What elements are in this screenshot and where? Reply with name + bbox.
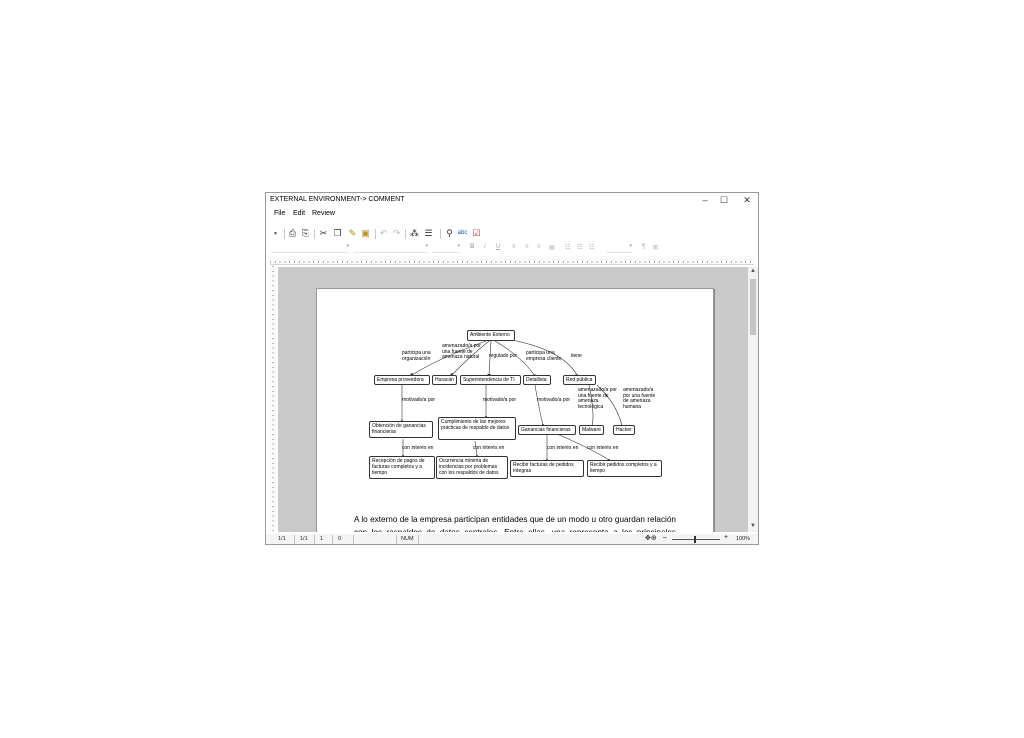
zoom-in-icon[interactable]: +: [724, 534, 728, 541]
outline-icon[interactable]: ☷: [589, 244, 594, 251]
status-section: 1/1: [300, 536, 308, 542]
node-recibir-pedidos[interactable]: Recibir pedidos completos y a tiempo: [587, 460, 662, 477]
menu-bar: File Edit Review: [266, 208, 758, 220]
vertical-ruler: [270, 266, 276, 531]
link-participa-cliente: participa una empresa cliente: [526, 350, 562, 362]
underline-icon[interactable]: U: [496, 244, 500, 250]
paste-icon[interactable]: ▣: [360, 228, 371, 239]
close-icon[interactable]: ✕: [736, 193, 758, 208]
paragraph-mark-icon[interactable]: ¶: [642, 244, 645, 250]
zoom-slider[interactable]: [672, 539, 720, 540]
node-ambiente-externo[interactable]: Ambiente Externo: [467, 330, 515, 341]
spellcheck-icon[interactable]: abc: [457, 228, 468, 239]
node-empresa-proveedora[interactable]: Empresa proveedora: [374, 375, 430, 385]
document-area: Ambiente Externo participa una organizac…: [278, 267, 748, 532]
concept-map-connectors: [401, 338, 623, 461]
concept-map-icon[interactable]: ⁂: [409, 228, 420, 239]
node-recepcion-pagos[interactable]: Recepción de pagos de facturas completos…: [369, 456, 435, 479]
zoom-slider-handle[interactable]: [694, 536, 696, 543]
link-interes-3: con interés en: [547, 445, 579, 451]
link-interes-1: con interés en: [402, 445, 434, 451]
zoom-level: 100%: [736, 536, 751, 542]
status-num: NUM: [401, 536, 414, 542]
list-style-icon[interactable]: ☰: [423, 228, 434, 239]
review-icon[interactable]: ☑: [471, 228, 482, 239]
print-preview-icon[interactable]: ⎘: [300, 228, 311, 239]
status-line: 1: [320, 536, 324, 542]
link-amenazado-humana: amenazado/a por una fuente de amenaza hu…: [623, 387, 656, 410]
window-title: EXTERNAL ENVIRONMENT-> COMMENT: [270, 196, 405, 203]
scrollbar-thumb[interactable]: [750, 279, 756, 335]
save-icon[interactable]: ▪: [270, 228, 281, 239]
align-right-icon[interactable]: ≡: [537, 244, 541, 250]
size-select[interactable]: ▾: [432, 243, 460, 253]
title-bar: EXTERNAL ENVIRONMENT-> COMMENT – ☐ ✕: [266, 193, 758, 208]
horizontal-ruler: [270, 256, 754, 265]
vertical-scrollbar[interactable]: ▲ ▼: [748, 267, 758, 532]
scroll-up-icon[interactable]: ▲: [749, 268, 757, 274]
node-ganancias-financieras[interactable]: Ganancias financieras: [518, 425, 576, 435]
link-amenazado-tecnologica: amenazado/a por una fuente de amenaza te…: [578, 387, 617, 410]
find-icon[interactable]: ⚲: [444, 228, 455, 239]
menu-edit[interactable]: Edit: [293, 210, 305, 217]
table-icon[interactable]: ⊞: [653, 244, 658, 251]
node-detallista[interactable]: Detallista: [523, 375, 551, 385]
zoom-out-icon[interactable]: –: [663, 534, 667, 541]
menu-review[interactable]: Review: [312, 210, 335, 217]
color-select[interactable]: ▾: [606, 243, 632, 253]
view-layout-icon[interactable]: ✥⊕: [645, 534, 657, 542]
status-page: 1/1: [278, 536, 286, 542]
node-recibir-facturas[interactable]: Recibir facturas de pedidos íntegras: [510, 460, 584, 477]
font-select[interactable]: ▾: [354, 243, 428, 253]
align-center-icon[interactable]: ≡: [525, 244, 529, 250]
link-interes-2: con interés en: [473, 445, 505, 451]
link-interes-4: con interés en: [587, 445, 619, 451]
bold-icon[interactable]: B: [470, 244, 474, 250]
link-motivado-2: motivado/a por: [483, 397, 517, 403]
link-motivado-3: motivado/a por: [537, 397, 571, 403]
link-regulado: regulado por: [489, 353, 518, 359]
print-icon[interactable]: ⎙: [287, 228, 298, 239]
format-bar: ▾ ▾ ▾ B I U ≡ ≡ ≡ ▤ ☷ ☷ ☷ ▾ ¶ ⊞: [266, 243, 758, 254]
node-huracan[interactable]: Huracán: [432, 375, 457, 385]
italic-icon[interactable]: I: [484, 244, 486, 250]
node-red-publica[interactable]: Red pública: [563, 375, 596, 385]
body-paragraph[interactable]: A lo externo de la empresa participan en…: [354, 514, 676, 532]
numbering-icon[interactable]: ☷: [577, 244, 582, 251]
bullets-icon[interactable]: ☷: [565, 244, 570, 251]
undo-icon[interactable]: ↶: [378, 228, 389, 239]
format-brush-icon[interactable]: ✎: [347, 228, 358, 239]
scroll-down-icon[interactable]: ▼: [749, 523, 757, 529]
node-malware[interactable]: Malware: [579, 425, 604, 435]
redo-icon[interactable]: ↷: [391, 228, 402, 239]
menu-file[interactable]: File: [274, 210, 285, 217]
node-cumplimiento[interactable]: Cumplimiento de las mejores prácticas de…: [438, 417, 516, 440]
node-ocurrencia-minima[interactable]: Ocurrencia mínima de incidencias por pro…: [436, 456, 508, 479]
status-bar: 1/1 1/1 1 0 NUM ✥⊕ – + 100%: [266, 534, 758, 544]
link-tiene: tiene: [571, 353, 582, 359]
link-motivado-1: motivado/a por: [402, 397, 436, 403]
app-window: EXTERNAL ENVIRONMENT-> COMMENT – ☐ ✕ Fil…: [265, 192, 759, 545]
justify-icon[interactable]: ▤: [549, 244, 555, 251]
cut-icon[interactable]: ✂: [318, 228, 329, 239]
link-amenazado-natural: amenazado/a por una fuente de amenaza na…: [442, 343, 481, 360]
maximize-icon[interactable]: ☐: [713, 193, 735, 208]
style-select[interactable]: ▾: [271, 243, 349, 253]
status-column: 0: [338, 536, 342, 542]
toolbar: ▪ ⎙ ⎘ ✂ ❐ ✎ ▣ ↶ ↷ ⁂ ☰ ⚲ abc ☑: [266, 226, 758, 241]
document-page[interactable]: Ambiente Externo participa una organizac…: [316, 288, 714, 532]
copy-icon[interactable]: ❐: [332, 228, 343, 239]
link-participa-org: participa una organización: [402, 350, 431, 362]
node-obtencion-ganancias[interactable]: Obtención de ganancias financieras: [369, 421, 433, 438]
align-left-icon[interactable]: ≡: [512, 244, 516, 250]
node-hacker[interactable]: Hacker: [613, 425, 635, 435]
node-superintendencia[interactable]: Superintendencia de TI: [460, 375, 521, 385]
